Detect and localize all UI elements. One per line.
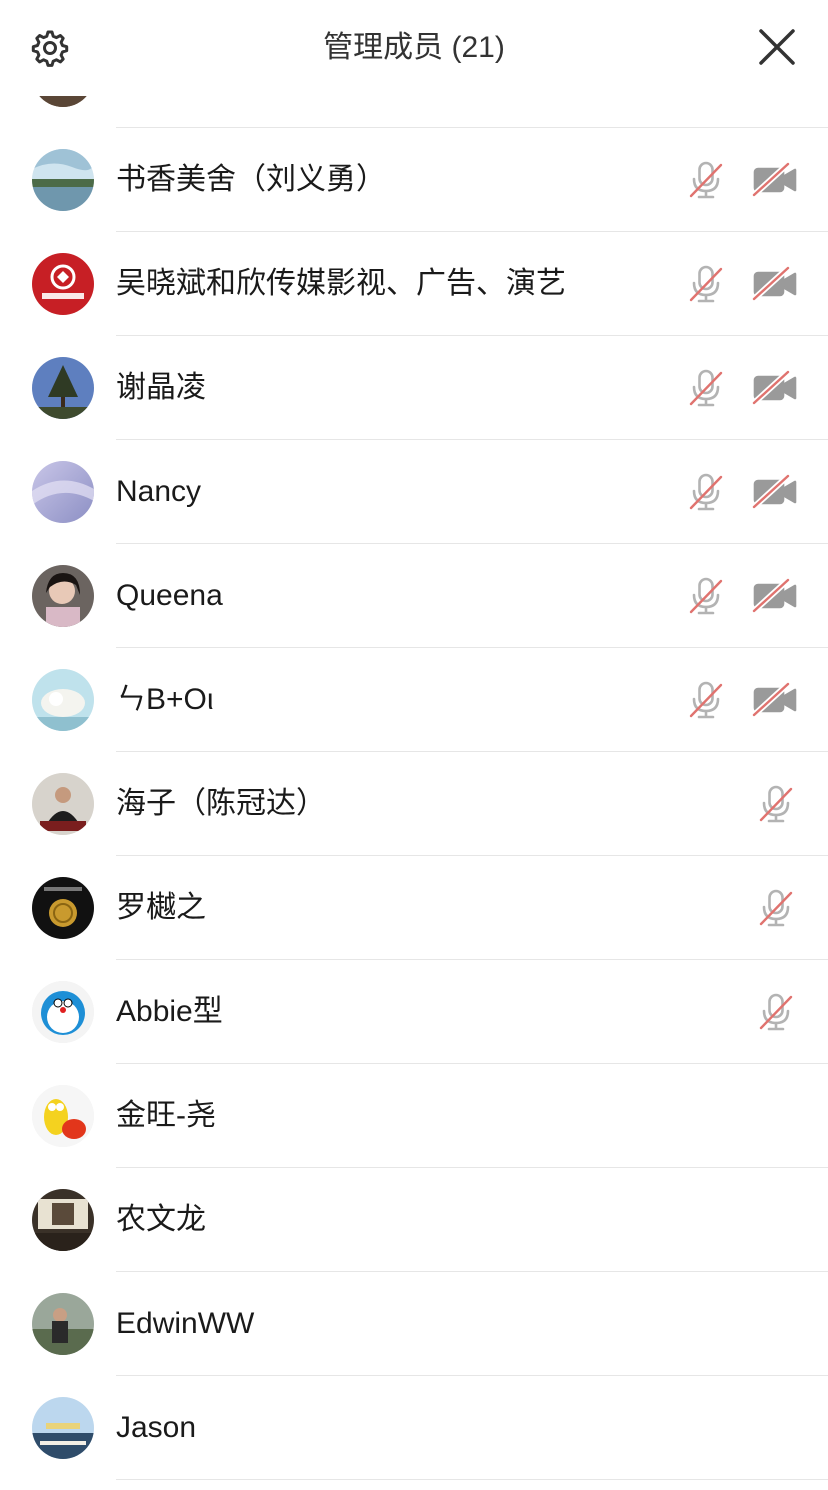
- member-name: Jason: [116, 1411, 197, 1444]
- member-row[interactable]: EdwinWW: [0, 1272, 828, 1376]
- mic-muted-icon[interactable]: [686, 680, 726, 720]
- mic-muted-icon[interactable]: [686, 160, 726, 200]
- divider: [116, 1479, 828, 1480]
- member-row[interactable]: 海子（陈冠达）: [0, 752, 828, 856]
- member-row[interactable]: 罗樾之: [0, 856, 828, 960]
- member-name: ㄣB+Oι: [116, 683, 214, 716]
- camera-off-icon[interactable]: [751, 680, 800, 720]
- avatar: [32, 1397, 94, 1459]
- member-name: 吴晓斌和欣传媒影视、广告、演艺: [116, 267, 566, 300]
- camera-off-icon[interactable]: [751, 368, 800, 408]
- mic-muted-icon[interactable]: [756, 992, 796, 1032]
- member-name: EdwinWW: [116, 1307, 255, 1340]
- avatar: [32, 1293, 94, 1355]
- avatar: [32, 1085, 94, 1147]
- camera-off-icon[interactable]: [751, 472, 800, 512]
- avatar: [32, 1189, 94, 1251]
- avatar: [32, 253, 94, 315]
- member-name: 罗樾之: [116, 891, 206, 924]
- member-name: Queena: [116, 579, 223, 612]
- manage-members-sheet: 管理成员 (21) 刘强书香美舍（刘义勇）吴晓斌和欣传媒影视、广告、演艺谢晶凌N…: [0, 0, 828, 1490]
- member-row[interactable]: 书香美舍（刘义勇）: [0, 128, 828, 232]
- member-row[interactable]: 金旺-尧: [0, 1064, 828, 1168]
- member-row[interactable]: ㄣB+Oι: [0, 648, 828, 752]
- member-row[interactable]: Abbie型: [0, 960, 828, 1064]
- avatar: [32, 773, 94, 835]
- member-name: 金旺-尧: [116, 1099, 216, 1132]
- member-row[interactable]: 农文龙: [0, 1168, 828, 1272]
- mic-muted-icon[interactable]: [686, 472, 726, 512]
- mic-muted-icon[interactable]: [686, 368, 726, 408]
- sheet-header: 管理成员 (21): [0, 0, 828, 96]
- avatar: [32, 877, 94, 939]
- avatar: [32, 565, 94, 627]
- close-icon[interactable]: [757, 27, 797, 67]
- member-list: 刘强书香美舍（刘义勇）吴晓斌和欣传媒影视、广告、演艺谢晶凌NancyQueena…: [0, 24, 828, 1480]
- member-row[interactable]: Queena: [0, 544, 828, 648]
- member-row[interactable]: 吴晓斌和欣传媒影视、广告、演艺: [0, 232, 828, 336]
- member-name: Nancy: [116, 475, 202, 508]
- avatar: [32, 357, 94, 419]
- member-name: 书香美舍（刘义勇）: [116, 163, 386, 196]
- camera-off-icon[interactable]: [751, 160, 800, 200]
- avatar: [32, 149, 94, 211]
- member-name: 海子（陈冠达）: [116, 787, 326, 820]
- camera-off-icon[interactable]: [751, 264, 800, 304]
- member-row[interactable]: Jason: [0, 1376, 828, 1480]
- avatar: [32, 669, 94, 731]
- member-name: 农文龙: [116, 1203, 206, 1236]
- member-row[interactable]: Nancy: [0, 440, 828, 544]
- member-row[interactable]: 谢晶凌: [0, 336, 828, 440]
- mic-muted-icon[interactable]: [756, 888, 796, 928]
- mic-muted-icon[interactable]: [686, 576, 726, 616]
- avatar: [32, 981, 94, 1043]
- member-name: 谢晶凌: [116, 371, 206, 404]
- member-name: Abbie型: [116, 995, 223, 1028]
- camera-off-icon[interactable]: [751, 576, 800, 616]
- mic-muted-icon[interactable]: [756, 784, 796, 824]
- mic-muted-icon[interactable]: [686, 264, 726, 304]
- page-title: 管理成员 (21): [323, 31, 505, 64]
- avatar: [32, 461, 94, 523]
